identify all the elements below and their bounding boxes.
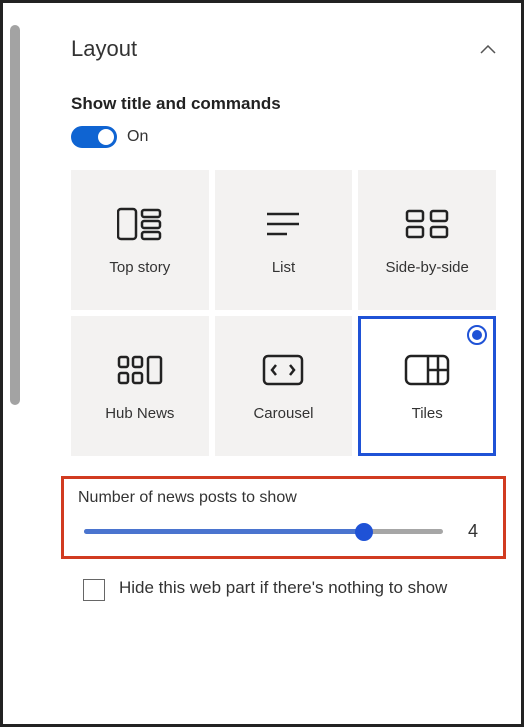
toggle-row: On	[71, 126, 496, 148]
checkbox-row: Hide this web part if there's nothing to…	[71, 577, 496, 601]
hub-news-icon	[117, 351, 163, 389]
section-header: Layout	[71, 36, 496, 62]
slider-label: Number of news posts to show	[78, 489, 489, 507]
side-by-side-icon	[405, 205, 449, 243]
tiles-icon	[404, 351, 450, 389]
section-title: Layout	[71, 36, 137, 62]
slider-fill	[84, 529, 364, 534]
posts-count-slider[interactable]	[84, 522, 443, 542]
layout-option-hub-news[interactable]: Hub News	[71, 316, 209, 456]
show-title-toggle[interactable]	[71, 126, 117, 148]
layout-label: Tiles	[412, 405, 443, 422]
chevron-up-icon[interactable]	[480, 39, 496, 60]
radio-selected-icon	[467, 325, 487, 345]
layout-panel: Layout Show title and commands On Top st…	[37, 8, 516, 719]
layout-option-list[interactable]: List	[215, 170, 353, 310]
slider-value: 4	[463, 521, 483, 542]
hide-webpart-checkbox[interactable]	[83, 579, 105, 601]
layout-option-top-story[interactable]: Top story	[71, 170, 209, 310]
carousel-icon	[262, 351, 304, 389]
checkbox-label: Hide this web part if there's nothing to…	[119, 577, 447, 600]
slider-row: 4	[78, 521, 489, 542]
layout-grid: Top story List Side-by-si	[71, 170, 496, 456]
toggle-label: Show title and commands	[71, 94, 496, 114]
scrollbar[interactable]	[10, 25, 20, 405]
slider-thumb	[355, 523, 373, 541]
list-icon	[265, 205, 301, 243]
layout-label: List	[272, 259, 295, 276]
layout-label: Carousel	[253, 405, 313, 422]
layout-option-tiles[interactable]: Tiles	[358, 316, 496, 456]
toggle-knob	[98, 129, 114, 145]
layout-option-carousel[interactable]: Carousel	[215, 316, 353, 456]
top-story-icon	[117, 205, 163, 243]
layout-label: Top story	[109, 259, 170, 276]
slider-track	[84, 529, 443, 534]
toggle-state: On	[127, 128, 148, 146]
layout-option-side-by-side[interactable]: Side-by-side	[358, 170, 496, 310]
layout-label: Hub News	[105, 405, 174, 422]
highlight-annotation: Number of news posts to show 4	[61, 476, 506, 559]
layout-label: Side-by-side	[385, 259, 468, 276]
